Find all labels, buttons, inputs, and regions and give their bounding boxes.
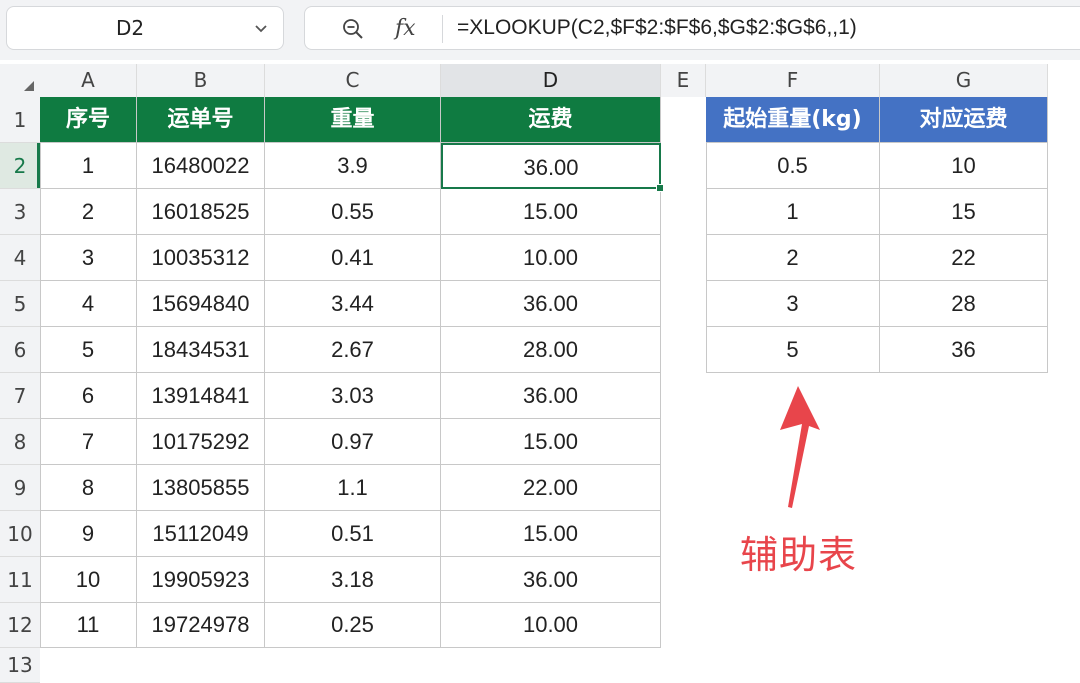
column-header-e[interactable]: E	[661, 64, 706, 97]
row-header-10[interactable]: 10	[0, 511, 40, 557]
table-cell-b5[interactable]: 15694840	[137, 281, 265, 327]
zoom-out-icon[interactable]	[341, 17, 365, 41]
table-cell-a10[interactable]: 9	[40, 511, 137, 557]
row-header-12[interactable]: 12	[0, 603, 40, 648]
table-cell-b7[interactable]: 13914841	[137, 373, 265, 419]
fill-handle[interactable]	[656, 184, 664, 192]
column-header-f[interactable]: F	[706, 64, 880, 97]
aux-cell-g2[interactable]: 10	[880, 143, 1048, 189]
aux-cell-g5[interactable]: 28	[880, 281, 1048, 327]
main-header-d[interactable]: 运费	[441, 97, 661, 143]
arrow-up-icon	[780, 386, 820, 508]
column-header-b[interactable]: B	[137, 64, 265, 97]
name-box-value: D2	[115, 16, 145, 40]
row-header-11[interactable]: 11	[0, 557, 40, 603]
table-cell-c4[interactable]: 0.41	[265, 235, 441, 281]
table-cell-a6[interactable]: 5	[40, 327, 137, 373]
table-cell-c12[interactable]: 0.25	[265, 603, 441, 648]
table-cell-a12[interactable]: 11	[40, 603, 137, 648]
chevron-down-icon[interactable]	[251, 18, 271, 38]
row-header-9[interactable]: 9	[0, 465, 40, 511]
table-cell-c6[interactable]: 2.67	[265, 327, 441, 373]
formula-bar: D2 fx =XLOOKUP(C2,$F$2:$F$6,$G$2:$G$6,,1…	[0, 0, 1080, 60]
formula-divider	[442, 15, 443, 43]
row-header-2[interactable]: 2	[0, 143, 40, 189]
table-cell-b3[interactable]: 16018525	[137, 189, 265, 235]
table-cell-b11[interactable]: 19905923	[137, 557, 265, 603]
aux-cell-f3[interactable]: 1	[706, 189, 880, 235]
formula-input[interactable]: fx =XLOOKUP(C2,$F$2:$F$6,$G$2:$G$6,,1)	[304, 6, 1080, 50]
table-cell-d2[interactable]: 36.00	[441, 143, 661, 189]
table-cell-d4[interactable]: 10.00	[441, 235, 661, 281]
table-cell-a3[interactable]: 2	[40, 189, 137, 235]
main-header-c[interactable]: 重量	[265, 97, 441, 143]
aux-cell-g4[interactable]: 22	[880, 235, 1048, 281]
aux-cell-f4[interactable]: 2	[706, 235, 880, 281]
row-header-7[interactable]: 7	[0, 373, 40, 419]
table-cell-c5[interactable]: 3.44	[265, 281, 441, 327]
table-cell-a4[interactable]: 3	[40, 235, 137, 281]
column-header-c[interactable]: C	[265, 64, 441, 97]
select-all-corner[interactable]	[0, 64, 40, 97]
table-cell-c2[interactable]: 3.9	[265, 143, 441, 189]
row-header-1[interactable]: 1	[0, 97, 40, 143]
table-cell-d5[interactable]: 36.00	[441, 281, 661, 327]
table-cell-d8[interactable]: 15.00	[441, 419, 661, 465]
table-cell-a9[interactable]: 8	[40, 465, 137, 511]
column-header-a[interactable]: A	[40, 64, 137, 97]
row-header-6[interactable]: 6	[0, 327, 40, 373]
table-cell-b6[interactable]: 18434531	[137, 327, 265, 373]
formula-text[interactable]: =XLOOKUP(C2,$F$2:$F$6,$G$2:$G$6,,1)	[457, 7, 857, 49]
table-cell-a8[interactable]: 7	[40, 419, 137, 465]
table-cell-d11[interactable]: 36.00	[441, 557, 661, 603]
fx-icon[interactable]: fx	[395, 11, 416, 47]
table-cell-a5[interactable]: 4	[40, 281, 137, 327]
main-header-a[interactable]: 序号	[40, 97, 137, 143]
table-cell-b2[interactable]: 16480022	[137, 143, 265, 189]
table-cell-b10[interactable]: 15112049	[137, 511, 265, 557]
table-cell-b8[interactable]: 10175292	[137, 419, 265, 465]
row-header-5[interactable]: 5	[0, 281, 40, 327]
row-header-4[interactable]: 4	[0, 235, 40, 281]
table-cell-d9[interactable]: 22.00	[441, 465, 661, 511]
aux-cell-f5[interactable]: 3	[706, 281, 880, 327]
aux-cell-g6[interactable]: 36	[880, 327, 1048, 373]
column-header-d[interactable]: D	[441, 64, 661, 97]
table-cell-a7[interactable]: 6	[40, 373, 137, 419]
main-header-b[interactable]: 运单号	[137, 97, 265, 143]
aux-header-g[interactable]: 对应运费	[880, 97, 1048, 143]
table-cell-b4[interactable]: 10035312	[137, 235, 265, 281]
table-cell-a11[interactable]: 10	[40, 557, 137, 603]
table-cell-c3[interactable]: 0.55	[265, 189, 441, 235]
row-header-3[interactable]: 3	[0, 189, 40, 235]
name-box[interactable]: D2	[6, 6, 284, 50]
table-cell-c10[interactable]: 0.51	[265, 511, 441, 557]
row-header-8[interactable]: 8	[0, 419, 40, 465]
aux-cell-g3[interactable]: 15	[880, 189, 1048, 235]
row-header-13[interactable]: 13	[0, 648, 40, 683]
table-cell-b9[interactable]: 13805855	[137, 465, 265, 511]
aux-header-f[interactable]: 起始重量(kg)	[706, 97, 880, 143]
table-cell-d6[interactable]: 28.00	[441, 327, 661, 373]
table-cell-d12[interactable]: 10.00	[441, 603, 661, 648]
table-cell-b12[interactable]: 19724978	[137, 603, 265, 648]
table-cell-c8[interactable]: 0.97	[265, 419, 441, 465]
table-cell-c7[interactable]: 3.03	[265, 373, 441, 419]
aux-cell-f6[interactable]: 5	[706, 327, 880, 373]
column-header-g[interactable]: G	[880, 64, 1048, 97]
table-cell-c11[interactable]: 3.18	[265, 557, 441, 603]
table-cell-d10[interactable]: 15.00	[441, 511, 661, 557]
table-cell-d3[interactable]: 15.00	[441, 189, 661, 235]
aux-cell-f2[interactable]: 0.5	[706, 143, 880, 189]
annotation-label: 辅助表	[740, 533, 858, 577]
table-cell-a2[interactable]: 1	[40, 143, 137, 189]
select-all-icon	[24, 81, 34, 91]
table-cell-d7[interactable]: 36.00	[441, 373, 661, 419]
table-cell-c9[interactable]: 1.1	[265, 465, 441, 511]
